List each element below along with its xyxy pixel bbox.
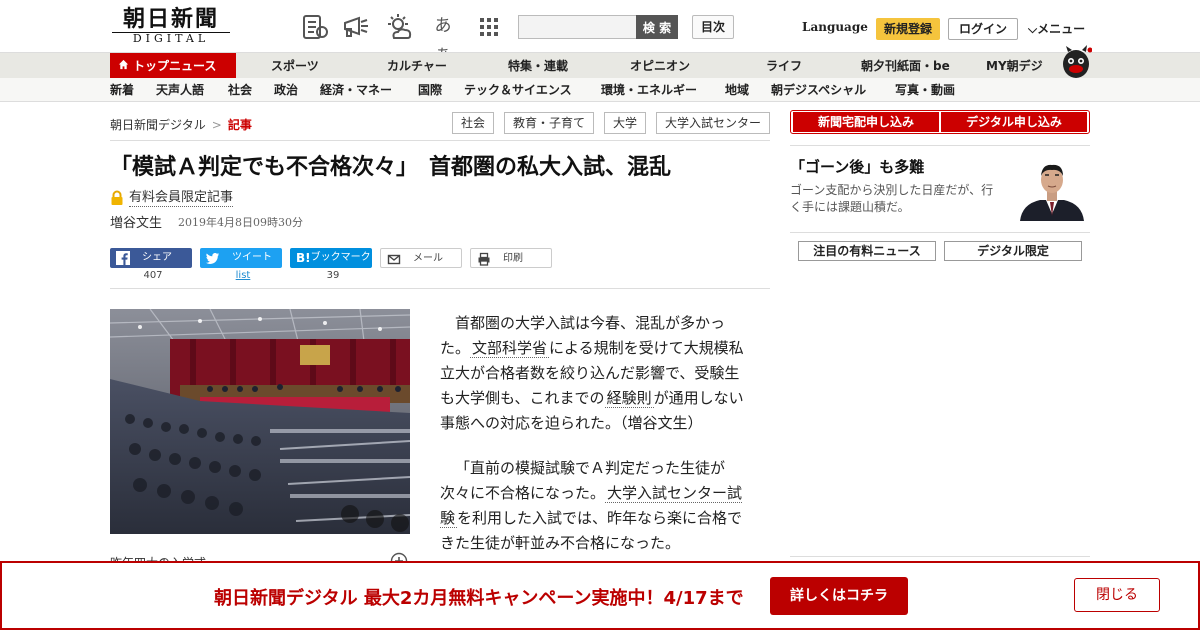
tag-society[interactable]: 社会 bbox=[452, 112, 494, 134]
campaign-text: 朝日新聞デジタル 最大2カ月無料キャンペーン実施中！4/17まで bbox=[214, 588, 744, 609]
hatena-bookmark-label: ブックマーク bbox=[310, 252, 371, 263]
nav-item-opinion[interactable]: オピニオン bbox=[630, 53, 690, 79]
campaign-close-button[interactable]: 閉じる bbox=[1074, 578, 1160, 612]
subnav-item-special[interactable]: 朝デジスペシャル bbox=[771, 78, 866, 102]
breadcrumb: 朝日新聞デジタル > 記事 bbox=[110, 116, 252, 133]
sub-nav: 新着 天声人語 社会 政治 経済・マネー 国際 テック＆サイエンス 環境・エネル… bbox=[0, 78, 1200, 102]
facebook-share-label: シェア bbox=[142, 252, 172, 263]
search-button[interactable]: 検 索 bbox=[636, 15, 678, 39]
nav-top-news-label: トップニュース bbox=[133, 59, 217, 73]
menu-label: メニュー bbox=[1037, 22, 1086, 36]
nav-item-sports[interactable]: スポーツ bbox=[271, 53, 319, 79]
nav-item-life[interactable]: ライフ bbox=[766, 53, 802, 79]
lock-icon bbox=[110, 190, 124, 206]
print-label: 印刷 bbox=[503, 253, 523, 264]
print-button[interactable]: 印刷 bbox=[470, 248, 552, 268]
toc-button[interactable]: 目次 bbox=[692, 15, 734, 39]
subnav-item-society[interactable]: 社会 bbox=[228, 78, 252, 102]
grid-menu-icon[interactable] bbox=[474, 12, 504, 42]
subnav-item-economy[interactable]: 経済・マネー bbox=[320, 78, 392, 102]
article-paragraph: 「直前の模擬試験でＡ判定だった生徒が次々に不合格になった。 大学入試センター試験を… bbox=[440, 456, 752, 556]
mail-icon bbox=[387, 252, 401, 266]
feature-title[interactable]: 「ゴーン後」も多難 bbox=[790, 156, 924, 177]
twitter-icon bbox=[206, 251, 220, 265]
campaign-banner: 朝日新聞デジタル 最大2カ月無料キャンペーン実施中！4/17まで 詳しくはコチラ… bbox=[0, 561, 1200, 630]
hatena-bookmark-count: 39 bbox=[326, 270, 340, 281]
megaphone-icon[interactable] bbox=[341, 12, 371, 42]
search-input[interactable] bbox=[518, 15, 636, 39]
hatena-bookmark-button[interactable]: B!ブックマーク bbox=[290, 248, 372, 268]
nav-item-culture[interactable]: カルチャー bbox=[387, 53, 447, 79]
weather-icon[interactable] bbox=[384, 12, 414, 42]
facebook-share-count: 407 bbox=[143, 270, 163, 281]
nav-item-paper[interactable]: 朝夕刊紙面・be bbox=[861, 53, 950, 79]
search-form: 検 索 bbox=[518, 15, 678, 39]
article-body: 首都圏の大学入試は今春、混乱が多かった。 文部科学省 による規制を受けて大規模私立大… bbox=[440, 311, 752, 576]
site-header: 朝日新聞 DIGITAL あぁ 検 索 目次 Language 新規登録 ログイ… bbox=[0, 0, 1200, 64]
nav-item-my-asadigi[interactable]: MY朝デジ bbox=[986, 53, 1043, 79]
publish-date: 2019年4月8日09時30分 bbox=[178, 216, 303, 229]
printer-icon bbox=[477, 252, 491, 266]
keyword-link[interactable]: 経験則 bbox=[604, 389, 654, 408]
divider bbox=[790, 556, 1090, 557]
breadcrumb-separator: > bbox=[211, 118, 222, 132]
divider bbox=[790, 145, 1090, 146]
logo-sub-text: DIGITAL bbox=[112, 32, 230, 45]
twitter-share-count[interactable]: list bbox=[202, 270, 284, 281]
author-name[interactable]: 増谷文生 bbox=[110, 212, 162, 231]
newspaper-icon[interactable] bbox=[300, 12, 330, 42]
menu-button[interactable]: ⌵メニュー bbox=[1028, 20, 1085, 37]
tag-education[interactable]: 教育・子育て bbox=[504, 112, 594, 134]
facebook-icon bbox=[116, 251, 130, 265]
logo-main-text: 朝日新聞 bbox=[122, 6, 219, 32]
chevron-down-icon: ⌵ bbox=[1028, 22, 1038, 36]
article-title: 「模試Ａ判定でも不合格次々」 首都圏の私大入試、混乱 bbox=[110, 155, 672, 180]
subnav-item-international[interactable]: 国際 bbox=[418, 78, 442, 102]
paragraph-text: を利用した入試では、昨年なら楽に合格できた生徒が軒並み不合格になった。 bbox=[440, 509, 743, 552]
house-icon bbox=[118, 53, 129, 79]
login-button[interactable]: ログイン bbox=[948, 18, 1018, 40]
hatena-icon: B! bbox=[296, 251, 311, 265]
feature-description[interactable]: ゴーン支配から決別した日産だが、行く手には課題山積だ。 bbox=[790, 182, 994, 216]
facebook-share-button[interactable]: シェア bbox=[110, 248, 192, 268]
divider bbox=[790, 232, 1090, 233]
nav-top-news[interactable]: トップニュース bbox=[110, 53, 236, 79]
site-logo[interactable]: 朝日新聞 DIGITAL bbox=[112, 6, 230, 46]
article-paragraph: 首都圏の大学入試は今春、混乱が多かった。 文部科学省 による規制を受けて大規模私立大… bbox=[440, 311, 752, 436]
tab-paid-news[interactable]: 注目の有料ニュース bbox=[798, 241, 936, 261]
twitter-share-button[interactable]: ツイート bbox=[200, 248, 282, 268]
subnav-item-new[interactable]: 新着 bbox=[110, 78, 134, 102]
subnav-item-tenseijingo[interactable]: 天声人語 bbox=[156, 78, 204, 102]
breadcrumb-home[interactable]: 朝日新聞デジタル bbox=[110, 118, 206, 132]
mail-share-button[interactable]: メール bbox=[380, 248, 462, 268]
tag-center-exam[interactable]: 大学入試センター bbox=[656, 112, 770, 134]
keyword-link[interactable]: 文部科学省 bbox=[470, 339, 550, 358]
member-only-label[interactable]: 有料会員限定記事 bbox=[129, 189, 234, 207]
subnav-item-photo-video[interactable]: 写真・動画 bbox=[895, 78, 955, 102]
subnav-item-region[interactable]: 地域 bbox=[725, 78, 749, 102]
tab-digital-only[interactable]: デジタル限定 bbox=[944, 241, 1082, 261]
campaign-detail-button[interactable]: 詳しくはコチラ bbox=[770, 577, 908, 615]
newspaper-subscribe-button[interactable]: 新聞宅配申し込み bbox=[793, 112, 939, 132]
breadcrumb-current: 記事 bbox=[227, 118, 252, 132]
subnav-item-environment[interactable]: 環境・エネルギー bbox=[601, 78, 697, 102]
twitter-share-label: ツイート bbox=[232, 252, 272, 263]
feature-photo[interactable] bbox=[1014, 158, 1090, 221]
subscribe-box: 新聞宅配申し込み デジタル申し込み bbox=[790, 110, 1090, 134]
subnav-item-tech-science[interactable]: テック＆サイエンス bbox=[464, 78, 572, 102]
nav-item-features[interactable]: 特集・連載 bbox=[508, 53, 568, 79]
digital-subscribe-button[interactable]: デジタル申し込み bbox=[941, 112, 1087, 132]
mail-share-label: メール bbox=[413, 253, 443, 264]
subnav-item-politics[interactable]: 政治 bbox=[274, 78, 298, 102]
mascot-icon[interactable] bbox=[1054, 44, 1093, 80]
main-nav: トップニュース スポーツ カルチャー 特集・連載 オピニオン ライフ 朝夕刊紙面… bbox=[0, 45, 1200, 79]
tag-university[interactable]: 大学 bbox=[604, 112, 646, 134]
register-button[interactable]: 新規登録 bbox=[876, 18, 940, 40]
divider bbox=[110, 288, 770, 289]
font-size-icon[interactable]: あぁ bbox=[428, 12, 458, 64]
article-photo[interactable] bbox=[110, 309, 410, 534]
language-link[interactable]: Language bbox=[802, 20, 868, 34]
divider bbox=[110, 140, 770, 141]
